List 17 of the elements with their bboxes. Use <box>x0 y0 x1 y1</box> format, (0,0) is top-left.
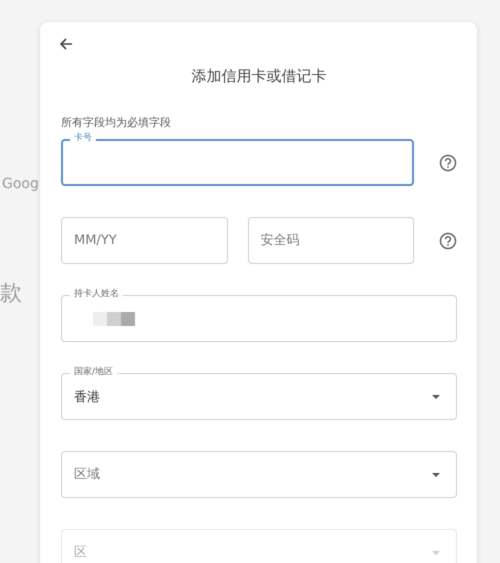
help-icon[interactable] <box>439 232 457 250</box>
redacted-value-drawing <box>93 312 135 326</box>
background-text: 款 <box>0 280 22 308</box>
caret-icon <box>431 550 441 556</box>
dropdown-field[interactable]: 区域 <box>61 451 457 498</box>
input-field[interactable]: MM/YY <box>61 217 228 264</box>
field-label: 卡号 <box>70 133 96 144</box>
input-field[interactable]: 安全码 <box>248 217 414 264</box>
field-label: 国家/地区 <box>70 367 118 378</box>
back-icon[interactable] <box>58 36 74 52</box>
field-label: 持卡人姓名 <box>70 289 123 300</box>
help-icon[interactable] <box>439 154 457 172</box>
dialog-title: 添加信用卡或借记卡 <box>190 67 328 86</box>
background-text: Goog <box>2 176 39 192</box>
required-note: 所有字段均为必填字段 <box>61 116 172 130</box>
caret-icon <box>431 472 441 478</box>
caret-icon <box>431 394 441 400</box>
